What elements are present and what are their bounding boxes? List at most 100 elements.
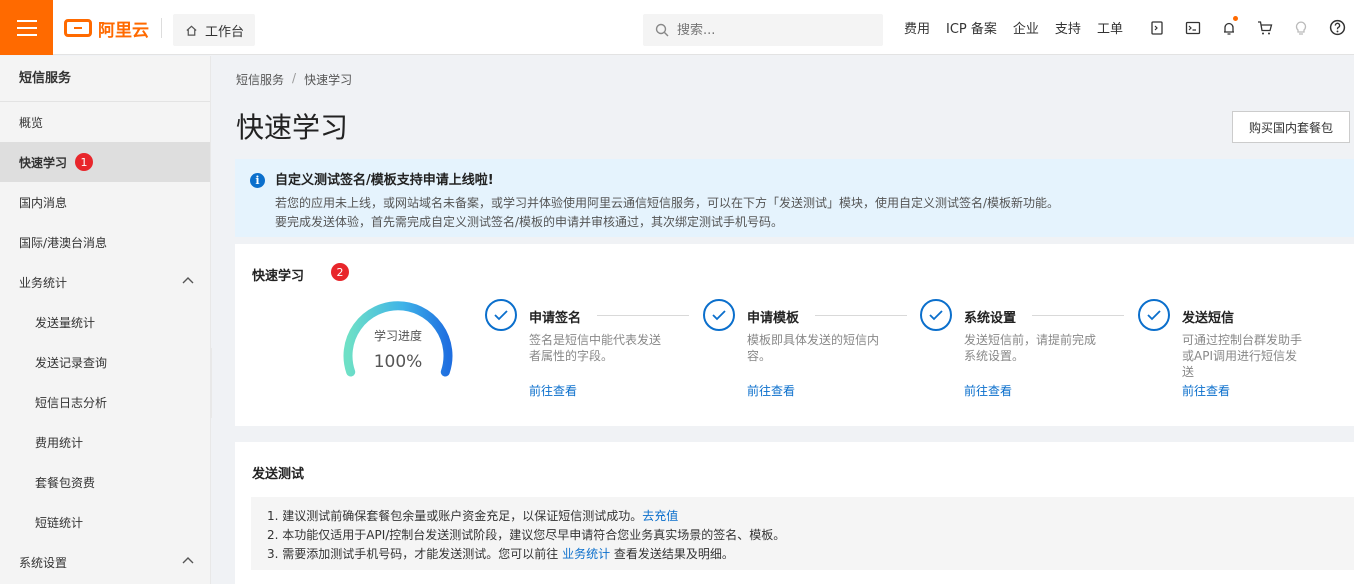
- step-desc: 模板即具体发送的短信内容。: [747, 333, 880, 363]
- top-bar: 阿里云 工作台 费用 ICP 备案 企业 支持 工单: [0, 0, 1354, 55]
- nav-billing[interactable]: 费用: [896, 18, 938, 37]
- sidebar-item-quick-learn[interactable]: 快速学习 1: [0, 142, 210, 182]
- terminal-icon[interactable]: [1175, 0, 1211, 55]
- sidebar-item-label: 发送量统计: [35, 315, 96, 330]
- sidebar: 短信服务 概览 快速学习 1 国内消息 国际/港澳台消息 业务统计 发送量统计 …: [0, 56, 211, 584]
- step-apply-signature: 申请签名 签名是短信中能代表发送者属性的字段。 前往查看: [485, 299, 703, 409]
- top-icons: [1139, 0, 1354, 55]
- nav-support[interactable]: 支持: [1047, 18, 1089, 37]
- breadcrumb-item[interactable]: 短信服务: [236, 71, 284, 88]
- aliyun-logo[interactable]: 阿里云: [64, 16, 149, 41]
- step-system-settings: 系统设置 发送短信前，请提前完成系统设置。 前往查看: [920, 299, 1138, 409]
- top-nav: 费用 ICP 备案 企业 支持 工单: [896, 0, 1131, 55]
- search-icon: [655, 23, 669, 37]
- step-badge: 1: [75, 153, 94, 171]
- aliyun-logo-icon: [64, 19, 92, 37]
- sidebar-item-label: 快速学习: [19, 155, 68, 170]
- step-connector: [597, 315, 689, 316]
- notification-dot: [1233, 16, 1238, 21]
- nav-icp[interactable]: ICP 备案: [938, 18, 1005, 37]
- check-circle-icon: [1138, 299, 1170, 331]
- progress-gauge: 学习进度 100%: [339, 299, 457, 379]
- step-title: 发送短信: [1182, 311, 1235, 326]
- logo-text: 阿里云: [98, 20, 149, 41]
- quick-learn-card: 快速学习 2 学习进度 100% 申请签名 签名是短信中能代表发送者属性的字段。…: [235, 244, 1354, 426]
- search-input[interactable]: [677, 22, 867, 38]
- sidebar-item-international[interactable]: 国际/港澳台消息: [0, 222, 210, 262]
- logo-divider: [161, 18, 162, 38]
- workbench-button[interactable]: 工作台: [173, 14, 255, 46]
- breadcrumb-separator: /: [292, 71, 297, 85]
- card-title: 发送测试: [252, 467, 305, 482]
- card-title: 快速学习: [252, 269, 305, 284]
- tip-line: 3. 需要添加测试手机号码，才能发送测试。您可以前往 业务统计 查看发送结果及明…: [267, 545, 1354, 564]
- send-test-card: 发送测试 1. 建议测试前确保套餐包余量或账户资金充足，以保证短信测试成功。去充…: [235, 442, 1354, 584]
- step-view-link[interactable]: 前往查看: [529, 382, 577, 399]
- sidebar-item-overview[interactable]: 概览: [0, 102, 210, 142]
- sidebar-group-statistics[interactable]: 业务统计: [0, 262, 210, 302]
- progress-label: 学习进度: [373, 329, 422, 343]
- notice-title: 自定义测试签名/模板支持申请上线啦!: [275, 173, 494, 188]
- main-content: 短信服务 / 快速学习 快速学习 购买国内套餐包 i 自定义测试签名/模板支持申…: [212, 56, 1354, 584]
- home-icon: [186, 25, 197, 36]
- tip-text: 1. 建议测试前确保套餐包余量或账户资金充足，以保证短信测试成功。: [267, 509, 643, 523]
- sidebar-item-label: 国际/港澳台消息: [19, 235, 108, 250]
- bell-icon[interactable]: [1211, 0, 1247, 55]
- step-title: 系统设置: [964, 311, 1017, 326]
- help-icon[interactable]: [1319, 0, 1354, 55]
- sidebar-item-cost-stats[interactable]: 费用统计: [0, 422, 210, 462]
- sidebar-item-log-analysis[interactable]: 短信日志分析: [0, 382, 210, 422]
- step-desc: 可通过控制台群发助手或API调用进行短信发送: [1182, 333, 1303, 379]
- tip-text: 3. 需要添加测试手机号码，才能发送测试。您可以前往: [267, 547, 563, 561]
- sidebar-item-label: 费用统计: [35, 435, 84, 450]
- cloudshell-icon[interactable]: [1139, 0, 1175, 55]
- check-circle-icon: [703, 299, 735, 331]
- step-view-link[interactable]: 前往查看: [1182, 382, 1230, 399]
- step-desc: 发送短信前，请提前完成系统设置。: [964, 333, 1097, 363]
- step-send-sms: 发送短信 可通过控制台群发助手或API调用进行短信发送 前往查看: [1138, 299, 1354, 409]
- nav-ticket[interactable]: 工单: [1089, 18, 1131, 37]
- menu-icon[interactable]: [0, 0, 53, 55]
- search-box[interactable]: [643, 14, 883, 46]
- check-circle-icon: [920, 299, 952, 331]
- chevron-up-icon: [182, 557, 194, 564]
- info-notice: i 自定义测试签名/模板支持申请上线啦! 若您的应用未上线，或网站域名未备案，或…: [235, 159, 1354, 237]
- sidebar-item-domestic[interactable]: 国内消息: [0, 182, 210, 222]
- step-title: 申请签名: [529, 311, 582, 326]
- progress-value: 100%: [373, 352, 423, 372]
- sidebar-item-short-link-stats[interactable]: 短链统计: [0, 502, 210, 542]
- sidebar-title: 短信服务: [0, 56, 210, 102]
- page-title: 快速学习: [236, 111, 349, 144]
- notice-line: 若您的应用未上线，或网站域名未备案，或学习并体验使用阿里云通信短信服务，可以在下…: [275, 196, 1060, 210]
- sidebar-item-package-pricing[interactable]: 套餐包资费: [0, 462, 210, 502]
- step-view-link[interactable]: 前往查看: [747, 382, 795, 399]
- step-view-link[interactable]: 前往查看: [964, 382, 1012, 399]
- business-stats-link[interactable]: 业务统计: [562, 547, 610, 561]
- sidebar-item-label: 系统设置: [19, 555, 68, 570]
- nav-enterprise[interactable]: 企业: [1005, 18, 1047, 37]
- sidebar-item-send-records[interactable]: 发送记录查询: [0, 342, 210, 382]
- sidebar-item-label: 国内消息: [19, 195, 68, 210]
- recharge-link[interactable]: 去充值: [642, 509, 678, 523]
- check-circle-icon: [485, 299, 517, 331]
- step-desc: 签名是短信中能代表发送者属性的字段。: [529, 333, 662, 363]
- sidebar-item-label: 发送记录查询: [35, 355, 108, 370]
- step-connector: [1032, 315, 1124, 316]
- send-test-tips: 1. 建议测试前确保套餐包余量或账户资金充足，以保证短信测试成功。去充值 2. …: [251, 497, 1354, 570]
- sidebar-item-label: 短信日志分析: [35, 395, 108, 410]
- sidebar-group-system-settings[interactable]: 系统设置: [0, 542, 210, 582]
- sidebar-item-label: 短链统计: [35, 515, 84, 530]
- tip-line: 2. 本功能仅适用于API/控制台发送测试阶段，建议您尽早申请符合您业务真实场景…: [267, 528, 786, 542]
- chevron-up-icon: [182, 277, 194, 284]
- sidebar-item-send-volume[interactable]: 发送量统计: [0, 302, 210, 342]
- workbench-label: 工作台: [205, 24, 245, 40]
- step-connector: [815, 315, 907, 316]
- sidebar-item-label: 概览: [19, 115, 44, 130]
- info-icon: i: [250, 173, 265, 188]
- sidebar-item-label: 业务统计: [19, 275, 68, 290]
- cart-icon[interactable]: [1247, 0, 1283, 55]
- lightbulb-icon[interactable]: [1283, 0, 1319, 55]
- notice-line: 要完成发送体验，首先需完成自定义测试签名/模板的申请并审核通过，其次绑定测试手机…: [275, 215, 784, 229]
- buy-package-button[interactable]: 购买国内套餐包: [1232, 111, 1350, 143]
- tip-line: 1. 建议测试前确保套餐包余量或账户资金充足，以保证短信测试成功。去充值: [267, 507, 1354, 526]
